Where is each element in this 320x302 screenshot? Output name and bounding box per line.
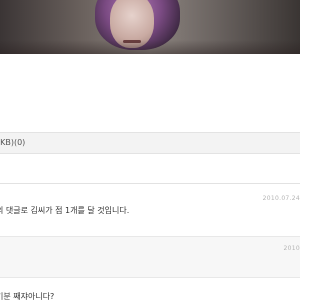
reply-date: 2010 bbox=[283, 245, 300, 252]
next-comment-text: 기분 째쟈아니다? bbox=[0, 291, 54, 302]
post-photo[interactable] bbox=[0, 0, 300, 54]
photo-shade bbox=[0, 40, 300, 54]
comment-text: 의 댓글로 김씨가 점 1개를 달 것입니다. bbox=[0, 205, 129, 216]
attachment-bar[interactable]: 8KB)(0) bbox=[0, 132, 300, 154]
comment-divider bbox=[0, 183, 300, 184]
comment-date: 2010.07.24 bbox=[262, 195, 300, 202]
comment-text-content: 의 댓글로 김씨가 점 1개를 달 것입니다. bbox=[0, 206, 130, 215]
attachment-text[interactable]: 8KB)(0) bbox=[0, 138, 25, 147]
reply-box[interactable]: 2010 bbox=[0, 236, 300, 278]
